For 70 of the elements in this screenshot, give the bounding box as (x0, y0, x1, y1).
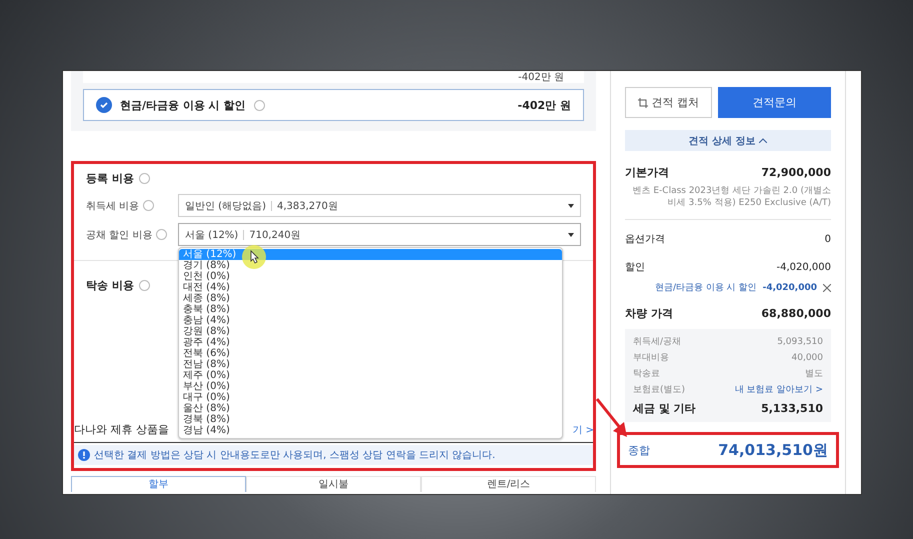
chevron-icon (759, 138, 768, 143)
more-link[interactable]: 기 > (572, 423, 594, 437)
dropdown-option[interactable]: 충북 (8%) (179, 304, 562, 315)
tax-total-label: 세금 및 기타 (633, 401, 696, 416)
dropdown-option[interactable]: 부산 (0%) (179, 381, 562, 392)
grand-total-label: 종합 (628, 442, 650, 458)
discount-label: 현금/타금융 이용 시 할인 (120, 98, 246, 112)
price-label: 차량 가격 (625, 306, 673, 321)
dropdown-option[interactable]: 전남 (8%) (179, 359, 562, 370)
dropdown-option[interactable]: 경기 (8%) (179, 260, 562, 271)
inquiry-button[interactable]: 견적문의 (718, 87, 831, 118)
select-value: 일반인 (해당없음) (185, 200, 266, 212)
discount-option-row[interactable]: -402만 원 (83, 71, 584, 83)
dropdown-option[interactable]: 인천 (0%) (179, 271, 562, 282)
price-label: 옵션가격 (625, 233, 665, 246)
discount-amount: -402만 원 (518, 98, 571, 112)
capture-button[interactable]: 견적 캡처 (625, 87, 712, 118)
price-label: 할인 (625, 261, 645, 274)
dropdown-option[interactable]: 대구 (0%) (179, 392, 562, 403)
discount-item-label: 현금/타금융 이용 시 할인 (654, 282, 757, 294)
dropdown-option[interactable]: 경북 (8%) (179, 414, 562, 425)
section-title: 다나와 제휴 상품을 (74, 422, 169, 437)
dropdown-option[interactable]: 대전 (4%) (179, 282, 562, 293)
discount-amount: -402만 원 (518, 73, 564, 83)
model-description: 벤츠 E-Class 2023년형 세단 가솔린 2.0 (개별소비세 3.5% 적용) E250 Exclusive (A/T) (631, 185, 831, 209)
crop-icon (638, 98, 648, 108)
caret-icon (568, 232, 574, 236)
tax-label: 부대비용 (633, 352, 669, 364)
caret-icon (568, 204, 574, 208)
tax-value: 5,093,510 (777, 336, 823, 346)
dropdown-option[interactable]: 울산 (8%) (179, 403, 562, 414)
payment-tab[interactable]: 렌트/리스 (421, 476, 596, 492)
payment-tab[interactable]: 할부 (71, 476, 246, 492)
select-field[interactable]: 일반인 (해당없음) 4,383,270원 (178, 194, 581, 217)
price-value: 72,900,000 (761, 166, 831, 179)
grand-total-value: 74,013,510원 (718, 440, 828, 460)
dropdown-option[interactable]: 세종 (8%) (179, 293, 562, 304)
price-value: 68,880,000 (761, 307, 831, 320)
select-amount: 4,383,270원 (276, 200, 338, 212)
tax-label: 보험료(별도) (633, 384, 686, 396)
section-title: 등록 비용 (86, 170, 134, 186)
select-value: 서울 (12%) (185, 228, 238, 242)
close-icon[interactable] (823, 284, 831, 292)
check-icon[interactable] (96, 97, 112, 113)
dropdown-option[interactable]: 경남 (4%) (179, 425, 562, 436)
tax-label: 탁송료 (633, 368, 660, 380)
dropdown-option[interactable]: 강원 (8%) (179, 326, 562, 337)
dropdown-option[interactable]: 제주 (0%) (179, 370, 562, 381)
tax-total-value: 5,133,510 (761, 402, 823, 415)
payment-tab[interactable]: 일시불 (246, 476, 421, 492)
details-toggle[interactable]: 견적 상세 정보 (625, 130, 831, 151)
dropdown-option[interactable]: 전북 (6%) (179, 348, 562, 359)
notice-text: 선택한 결제 방법은 상담 시 안내용도로만 사용되며, 스팸성 상담 연락을 드리지 않습니다. (94, 449, 496, 462)
field-label: 공채 할인 비용 (86, 228, 152, 242)
info-icon (78, 449, 90, 461)
dropdown-option[interactable]: 충남 (4%) (179, 315, 562, 326)
section-title: 탁송 비용 (86, 278, 134, 292)
field-label: 취득세 비용 (86, 200, 140, 212)
discount-option-row[interactable]: 현금/타금융 이용 시 할인 -402만 원 (83, 89, 584, 121)
price-label: 기본가격 (625, 165, 669, 180)
dropdown-option[interactable]: 광주 (4%) (179, 337, 562, 348)
price-value: 0 (824, 234, 831, 244)
select-amount: 710,240원 (249, 228, 301, 242)
price-value: -4,020,000 (776, 262, 831, 272)
tax-value: 40,000 (792, 352, 823, 362)
tax-value: 별도 (805, 368, 823, 380)
tax-label: 취득세/공채 (633, 336, 682, 348)
insurance-link[interactable]: 내 보험료 알아보기 > (734, 383, 823, 396)
select-field[interactable]: 서울 (12%) 710,240원 (178, 223, 581, 246)
discount-item-value: -4,020,000 (762, 282, 817, 292)
